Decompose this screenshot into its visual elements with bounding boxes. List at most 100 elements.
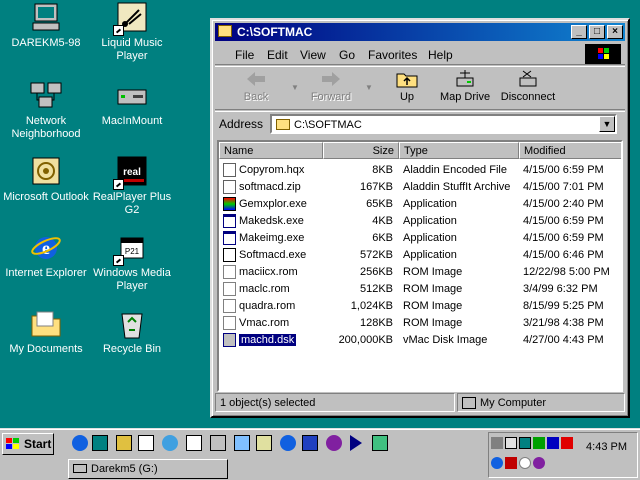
explorer-window: C:\SOFTMAC _ □ × File Edit View Go Favor… (210, 18, 630, 418)
tools-icon[interactable] (210, 435, 226, 451)
menu-help[interactable]: Help (428, 48, 453, 62)
file-size: 65KB (366, 198, 393, 210)
file-name: Gemxplor.exe (239, 198, 307, 210)
map-drive-label: Map Drive (439, 91, 491, 103)
column-header-size[interactable]: Size (323, 142, 399, 159)
tray-monitor-icon[interactable] (519, 437, 531, 449)
file-row[interactable]: Copyrom.hqx 8KB Aladdin Encoded File 4/15/0… (219, 162, 621, 179)
task-button-darekm5[interactable]: Darekm5 (G:) (68, 459, 228, 479)
file-size: 1,024KB (350, 300, 393, 312)
edit-icon[interactable] (138, 435, 154, 451)
desktop-icon-my-documents[interactable]: My Documents (0, 308, 92, 356)
tray-eye-icon[interactable] (533, 457, 545, 469)
file-row[interactable]: Makeimg.exe 6KB Application 4/15/00 6:59 PM (219, 230, 621, 247)
file-row[interactable]: machd.dsk 200,000KB vMac Disk Image 4/27/00… (219, 332, 621, 349)
disconnect-button[interactable]: Disconnect (497, 69, 559, 103)
minimize-button[interactable]: _ (571, 25, 587, 39)
maximize-button[interactable]: □ (589, 25, 605, 39)
network-icon[interactable] (116, 435, 132, 451)
menu-edit[interactable]: Edit (267, 48, 288, 62)
desktop-icon[interactable] (92, 435, 108, 451)
forward-dropdown-icon[interactable]: ▼ (365, 83, 373, 92)
file-row[interactable]: maclc.rom 512KB ROM Image 3/4/99 6:32 PM (219, 281, 621, 298)
media-icon[interactable] (302, 435, 318, 451)
address-value: C:\SOFTMAC (294, 119, 362, 131)
file-type: Aladdin Encoded File (403, 164, 507, 176)
map-drive-button[interactable]: Map Drive (437, 69, 493, 103)
internet-explorer-icon-2[interactable] (280, 435, 296, 451)
file-row[interactable]: quadra.rom 1,024KB ROM Image 8/15/99 5:25 P… (219, 298, 621, 315)
file-modified: 4/15/00 6:46 PM (523, 249, 604, 261)
file-list[interactable]: Name Size Type Modified Copyrom.hqx 8KB Al… (217, 140, 623, 392)
address-label: Address (219, 117, 264, 131)
tray-display-icon[interactable] (547, 437, 559, 449)
column-header-modified[interactable]: Modified (519, 142, 621, 159)
file-row[interactable]: Vmac.rom 128KB ROM Image 3/21/98 4:38 PM (219, 315, 621, 332)
title-bar[interactable]: C:\SOFTMAC _ □ × (215, 23, 625, 41)
address-input[interactable]: C:\SOFTMAC ▼ (270, 114, 617, 134)
close-button[interactable]: × (607, 25, 623, 39)
desktop-icon-network-neighborhood[interactable]: Network Neighborhood (0, 80, 92, 141)
tray-alert-icon[interactable] (561, 437, 573, 449)
file-modified: 4/27/00 4:43 PM (523, 334, 604, 346)
file-row[interactable]: Gemxplor.exe 65KB Application 4/15/00 2:40 … (219, 196, 621, 213)
eye-icon[interactable] (326, 435, 342, 451)
clock[interactable]: 4:43 PM (586, 441, 627, 453)
desktop-icon-outlook[interactable]: Microsoft Outlook (0, 156, 92, 204)
desktop-icon-internet-explorer[interactable]: e Internet Explorer (0, 232, 92, 280)
start-button[interactable]: Start (2, 433, 54, 455)
windows-logo-icon (585, 44, 621, 64)
file-type: vMac Disk Image (403, 334, 488, 346)
address-dropdown-button[interactable]: ▼ (599, 116, 615, 132)
desktop-icon-recycle-bin[interactable]: Recycle Bin (86, 308, 178, 356)
menu-go[interactable]: Go (339, 48, 355, 62)
file-encoded-icon (223, 163, 236, 177)
file-name: quadra.rom (239, 300, 296, 312)
clock-icon[interactable] (256, 435, 272, 451)
tray-ie-icon[interactable] (491, 457, 503, 469)
file-size: 8KB (372, 164, 393, 176)
file-modified: 4/15/00 6:59 PM (523, 232, 604, 244)
chat-icon[interactable] (162, 435, 178, 451)
tray-ati-icon[interactable] (505, 457, 517, 469)
back-button[interactable]: Back (233, 69, 279, 103)
file-row[interactable]: Softmacd.exe 572KB Application 4/15/00 6:46… (219, 247, 621, 264)
desktop-icon-macinmount[interactable]: MacInMount (86, 80, 178, 128)
menu-favorites[interactable]: Favorites (368, 48, 417, 62)
desktop-icon-label: RealPlayer Plus G2 (92, 191, 172, 216)
status-selection: 1 object(s) selected (215, 393, 455, 412)
tray-speaker-icon[interactable] (519, 457, 531, 469)
file-modified: 8/15/99 5:25 PM (523, 300, 604, 312)
play-icon[interactable] (350, 435, 362, 451)
picture-icon[interactable] (372, 435, 388, 451)
computer-icon (462, 397, 476, 409)
tray-app-icon[interactable] (533, 437, 545, 449)
window-icon[interactable] (186, 435, 202, 451)
forward-arrow-icon (320, 69, 342, 89)
tray-network-icon[interactable] (491, 437, 503, 449)
internet-explorer-icon[interactable] (72, 435, 88, 451)
menu-view[interactable]: View (300, 48, 326, 62)
file-app-icon (223, 214, 236, 228)
file-row[interactable]: softmacd.zip 167KB Aladdin StuffIt Archive… (219, 179, 621, 196)
desktop-icon-label: MacInMount (101, 115, 163, 127)
desktop-icon-realplayer[interactable]: real RealPlayer Plus G2 (86, 156, 178, 217)
forward-button[interactable]: Forward (305, 69, 357, 103)
drive-icon (73, 464, 87, 473)
menu-file[interactable]: File (235, 48, 254, 62)
computer-icon (29, 2, 63, 34)
column-header-name[interactable]: Name (219, 142, 323, 159)
up-button[interactable]: Up (387, 69, 427, 103)
desktop-icon-label: Recycle Bin (102, 343, 162, 355)
desktop-icon-liquid-music[interactable]: Liquid Music Player (86, 2, 178, 63)
back-dropdown-icon[interactable]: ▼ (291, 83, 299, 92)
file-name: Copyrom.hqx (239, 164, 305, 176)
column-header-type[interactable]: Type (399, 142, 519, 159)
tray-volume-icon[interactable] (505, 437, 517, 449)
desktop-icon-label: DAREKM5-98 (11, 37, 81, 49)
desktop-icon-media-player[interactable]: P21 Windows Media Player (86, 232, 178, 293)
check-icon[interactable] (234, 435, 250, 451)
desktop-icon-my-computer[interactable]: DAREKM5-98 (0, 2, 92, 50)
file-row[interactable]: maciicx.rom 256KB ROM Image 12/22/98 5:00 P… (219, 264, 621, 281)
file-row[interactable]: Makedsk.exe 4KB Application 4/15/00 6:59 PM (219, 213, 621, 230)
